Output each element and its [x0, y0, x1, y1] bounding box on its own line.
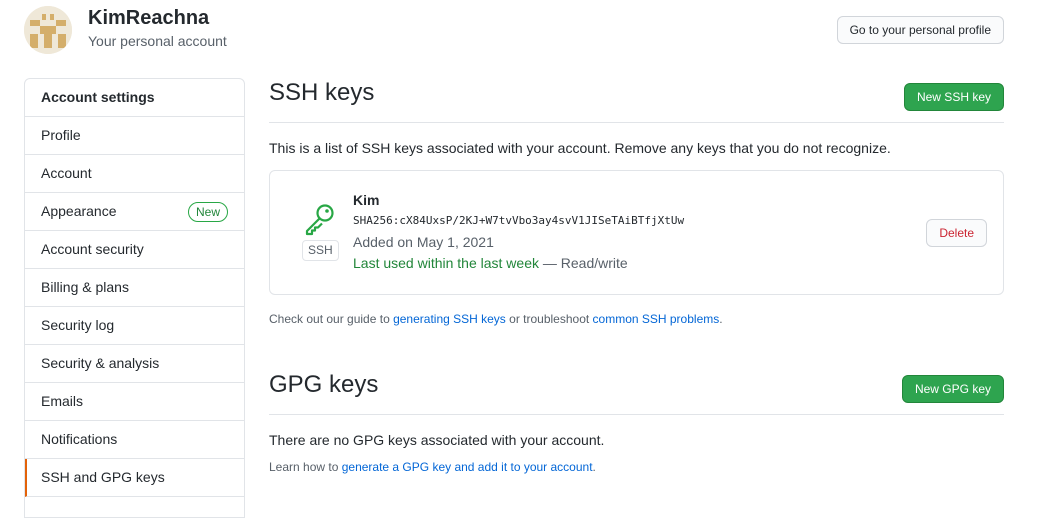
- sidebar-item-notifications[interactable]: Notifications: [25, 421, 244, 459]
- main-content: SSH keys New SSH key This is a list of S…: [269, 70, 1004, 474]
- new-gpg-key-button[interactable]: New GPG key: [901, 375, 1004, 403]
- sidebar-item-label: Account security: [41, 241, 144, 257]
- gpg-learn-note: Learn how to generate a GPG key and add …: [269, 460, 1004, 474]
- ssh-keys-title: SSH keys: [269, 79, 375, 106]
- sidebar-item-emails[interactable]: Emails: [25, 383, 244, 421]
- key-last-used-text: Last used within the last week: [353, 255, 539, 271]
- sidebar-item-label: Account: [41, 165, 92, 181]
- sidebar-item-appearance[interactable]: Appearance New: [25, 193, 244, 231]
- key-added-date: Added on May 1, 2021: [353, 234, 494, 250]
- ssh-guide-note: Check out our guide to generating SSH ke…: [269, 312, 1004, 326]
- sidebar-item-label: Emails: [41, 393, 84, 409]
- sidebar-item-label: SSH and GPG keys: [41, 469, 165, 485]
- generating-ssh-keys-link[interactable]: generating SSH keys: [393, 312, 506, 326]
- account-type-label: Your personal account: [88, 33, 227, 49]
- settings-sidebar: Account settings Profile Account Appeara…: [24, 78, 245, 518]
- sidebar-item-account[interactable]: Account: [25, 155, 244, 193]
- sidebar-item-label: Security & analysis: [41, 355, 160, 371]
- ssh-guide-prefix: Check out our guide to: [269, 312, 394, 326]
- account-header: KimReachna Your personal account Go to y…: [24, 6, 1004, 58]
- gpg-learn-prefix: Learn how to: [269, 460, 342, 474]
- sidebar-item-account-security[interactable]: Account security: [25, 231, 244, 269]
- identicon-icon: [24, 6, 72, 54]
- key-icon: [305, 204, 334, 236]
- ssh-key-item: SSH Kim SHA256:cX84UxsP/2KJ+W7tvVbo3ay4s…: [269, 170, 1004, 295]
- avatar[interactable]: [24, 6, 72, 54]
- gpg-empty-message: There are no GPG keys associated with yo…: [269, 432, 605, 448]
- gpg-section: GPG keys New GPG key There are no GPG ke…: [269, 362, 1004, 474]
- new-ssh-key-button[interactable]: New SSH key: [903, 83, 1004, 111]
- delete-key-button[interactable]: Delete: [926, 219, 987, 247]
- ssh-section-header: SSH keys New SSH key: [269, 70, 1004, 123]
- gpg-section-header: GPG keys New GPG key: [269, 362, 1004, 415]
- sidebar-item-profile[interactable]: Profile: [25, 117, 244, 155]
- sidebar-item-label: Notifications: [41, 431, 118, 447]
- sidebar-item-label: Billing & plans: [41, 279, 129, 295]
- gpg-keys-title: GPG keys: [269, 371, 379, 398]
- sidebar-item-label: Security log: [41, 317, 115, 333]
- new-badge: New: [187, 202, 228, 222]
- go-to-profile-button[interactable]: Go to your personal profile: [836, 16, 1004, 44]
- sidebar-item-security-log[interactable]: Security log: [25, 307, 244, 345]
- sidebar-item-security-analysis[interactable]: Security & analysis: [25, 345, 244, 383]
- key-last-used: Last used within the last week — Read/wr…: [353, 255, 628, 271]
- gpg-learn-suffix: .: [592, 460, 596, 474]
- ssh-description: This is a list of SSH keys associated wi…: [269, 140, 891, 156]
- sidebar-item-ssh-gpg-keys[interactable]: SSH and GPG keys: [25, 459, 244, 497]
- sidebar-item-billing[interactable]: Billing & plans: [25, 269, 244, 307]
- sidebar-item-label: Appearance: [41, 203, 117, 219]
- sidebar-heading: Account settings: [25, 79, 244, 117]
- key-access-level: — Read/write: [542, 255, 628, 271]
- ssh-guide-middle: or troubleshoot: [505, 312, 593, 326]
- user-name[interactable]: KimReachna: [88, 7, 209, 30]
- ssh-guide-suffix: .: [719, 312, 723, 326]
- key-title: Kim: [353, 192, 380, 208]
- sidebar-item-label: Profile: [41, 127, 81, 143]
- common-ssh-problems-link[interactable]: common SSH problems: [593, 312, 720, 326]
- generate-gpg-key-link[interactable]: generate a GPG key and add it to your ac…: [342, 460, 593, 474]
- key-type-label: SSH: [302, 240, 339, 261]
- key-fingerprint: SHA256:cX84UxsP/2KJ+W7tvVbo3ay4svV1JISeT…: [353, 214, 685, 227]
